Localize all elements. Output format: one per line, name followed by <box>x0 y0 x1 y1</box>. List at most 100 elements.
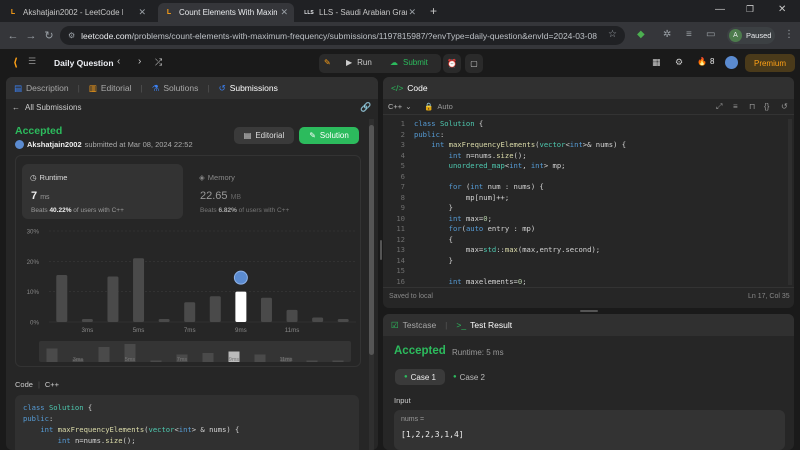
premium-button[interactable]: Premium <box>745 54 795 72</box>
bar-highlight <box>235 291 247 322</box>
bookmark-icon[interactable]: ⊓ <box>749 102 755 111</box>
line-number: 15 <box>396 266 405 275</box>
timer-icon[interactable]: ⏰ <box>443 54 461 73</box>
horizontal-splitter[interactable] <box>580 310 598 312</box>
line-number: 14 <box>396 255 405 265</box>
editor-scrollbar[interactable] <box>788 119 792 285</box>
braces-icon[interactable]: {} <box>764 102 769 111</box>
code-line: 10 int max=0; <box>383 214 783 225</box>
debug-icon[interactable]: ✎ <box>324 58 331 67</box>
reset-icon[interactable]: ↺ <box>781 102 788 111</box>
line-number: 12 <box>396 234 405 244</box>
line-number: 8 <box>400 192 405 202</box>
extension-puzzle-icon[interactable]: ✲ <box>663 29 671 40</box>
input-var-name: nums = <box>401 416 425 423</box>
x-tick-label: 11ms <box>285 327 300 334</box>
browser-tab-profile[interactable]: L Akshatjain2002 - LeetCode Profile ✕ <box>2 3 152 22</box>
submitted-code[interactable]: class Solution {public: int maxFrequency… <box>15 395 359 450</box>
next-problem-icon[interactable]: › <box>138 56 141 67</box>
overview-window <box>39 341 351 362</box>
x-tick-label: 3ms <box>82 327 94 334</box>
browser-tab-lls[interactable]: LLS LLS - Saudi Arabian Grand Prix ✕ <box>298 3 422 22</box>
checkbox-icon: ☑ <box>391 319 399 330</box>
code-line: 15 <box>383 266 783 277</box>
bookmark-star-icon[interactable]: ☆ <box>608 29 617 40</box>
overview-bar <box>46 348 58 362</box>
tab-testcase[interactable]: ☑ Testcase <box>391 320 436 331</box>
code-line: 12 { <box>383 235 783 246</box>
maximize-icon[interactable]: ❐ <box>746 4 754 15</box>
code-line: int maxFrequencyElements(vector<int> & n… <box>40 425 240 434</box>
site-info-icon[interactable]: ⚙ <box>68 31 75 40</box>
address-bar[interactable]: ⚙ leetcode.com/problems/count-elements-w… <box>60 26 625 45</box>
run-button[interactable]: ▶ Run <box>346 58 372 67</box>
format-icon[interactable]: ⤢ <box>716 102 722 112</box>
terminal-icon: >_ <box>456 320 467 330</box>
line-number: 9 <box>400 203 405 212</box>
extension-icon[interactable]: ◆ <box>637 29 645 40</box>
forward-icon[interactable]: → <box>22 30 40 42</box>
bar <box>286 309 298 322</box>
code-line: 8 mp[num]++; <box>383 193 783 204</box>
code-line: 7 for (int num : nums) { <box>383 182 783 193</box>
back-icon[interactable]: ← <box>4 30 22 42</box>
list-icon[interactable]: ☰ <box>28 56 36 67</box>
code-editor-panel: </> Code C++ ⌄ 🔒 Auto ⤢ ≡ ⊓ {} ↺ 1 class So… <box>383 77 794 308</box>
notes-icon[interactable]: ▢ <box>465 54 483 73</box>
leetcode-logo-icon[interactable]: ⟨ <box>13 56 18 69</box>
test-runtime: Runtime: 5 ms <box>452 348 504 357</box>
overview-bar <box>98 347 110 362</box>
user-avatar[interactable] <box>725 56 738 69</box>
close-icon[interactable]: ✕ <box>138 7 146 18</box>
code-brackets-icon: </> <box>391 83 404 93</box>
prev-problem-icon[interactable]: ‹ <box>117 56 120 67</box>
close-icon[interactable]: ✕ <box>280 7 288 18</box>
chevron-down-icon: ⌄ <box>405 102 412 111</box>
tab-test-result[interactable]: >_ Test Result <box>456 320 512 330</box>
shuffle-icon[interactable]: ⤮ <box>155 57 162 68</box>
case-1-tab[interactable]: ● Case 1 <box>395 369 445 385</box>
editor-code-area[interactable]: 1 class Solution {2 public: 3 int maxFreque… <box>383 119 783 287</box>
case-2-tab[interactable]: ● Case 2 <box>449 369 489 385</box>
auto-complete-toggle[interactable]: 🔒 Auto <box>424 102 453 111</box>
code-line: 4 int n=nums.size(); <box>383 151 783 162</box>
code-line: 3 int maxFrequencyElements(vector<int>& … <box>383 140 783 151</box>
tab-search-icon[interactable]: ≡ <box>686 29 692 40</box>
menu-kebab-icon[interactable]: ⋮ <box>784 29 794 40</box>
left-scrollbar-thumb[interactable] <box>369 125 374 355</box>
profile-button[interactable]: A Paused <box>727 27 775 44</box>
streak-counter[interactable]: 🔥 8 <box>697 57 714 66</box>
code-line: class Solution { <box>23 403 93 412</box>
close-icon[interactable]: ✕ <box>408 7 416 18</box>
window-close-icon[interactable]: ✕ <box>778 4 786 15</box>
daily-question-link[interactable]: Daily Question <box>54 58 114 68</box>
overview-bar <box>254 354 266 362</box>
layout-grid-icon[interactable]: ▦ <box>652 57 661 68</box>
reload-icon[interactable]: ↻ <box>40 29 58 42</box>
overview-x-label: 5ms <box>125 357 136 363</box>
runtime-distribution-chart[interactable]: 30% 20% 10% 0% 3ms 5ms 7ms 9ms 11ms 3ms 5ms 7ms 9ms 1… <box>6 77 378 377</box>
line-number: 13 <box>396 245 405 254</box>
bar <box>107 276 119 322</box>
new-tab-button[interactable]: + <box>430 4 437 18</box>
code-line: 13 max=std::max(max,entry.second); <box>383 245 783 256</box>
x-tick-label: 5ms <box>133 327 145 334</box>
browser-toolbar: ← → ↻ ⚙ leetcode.com/problems/count-elem… <box>0 22 800 49</box>
y-tick-label: 30% <box>27 229 40 236</box>
play-icon: ▶ <box>346 58 353 67</box>
split-view-icon[interactable]: ▭ <box>706 29 715 40</box>
input-var-value: [1,2,2,3,1,4] <box>401 430 464 439</box>
language-selector[interactable]: C++ ⌄ <box>388 102 411 111</box>
submit-button[interactable]: ☁ Submit <box>390 58 428 67</box>
overview-bar <box>150 360 162 362</box>
minimize-icon[interactable]: — <box>715 4 725 15</box>
settings-gear-icon[interactable]: ⚙ <box>675 57 683 68</box>
vertical-splitter[interactable] <box>380 240 382 260</box>
browser-tab-problem[interactable]: L Count Elements With Maximum Freq ✕ <box>158 3 294 22</box>
profile-status: Paused <box>746 31 772 40</box>
save-status: Saved to local <box>389 293 433 300</box>
line-number: 4 <box>400 150 405 160</box>
align-icon[interactable]: ≡ <box>733 102 738 111</box>
code-line: int n=nums.size(); <box>57 436 136 445</box>
bar <box>312 317 324 322</box>
